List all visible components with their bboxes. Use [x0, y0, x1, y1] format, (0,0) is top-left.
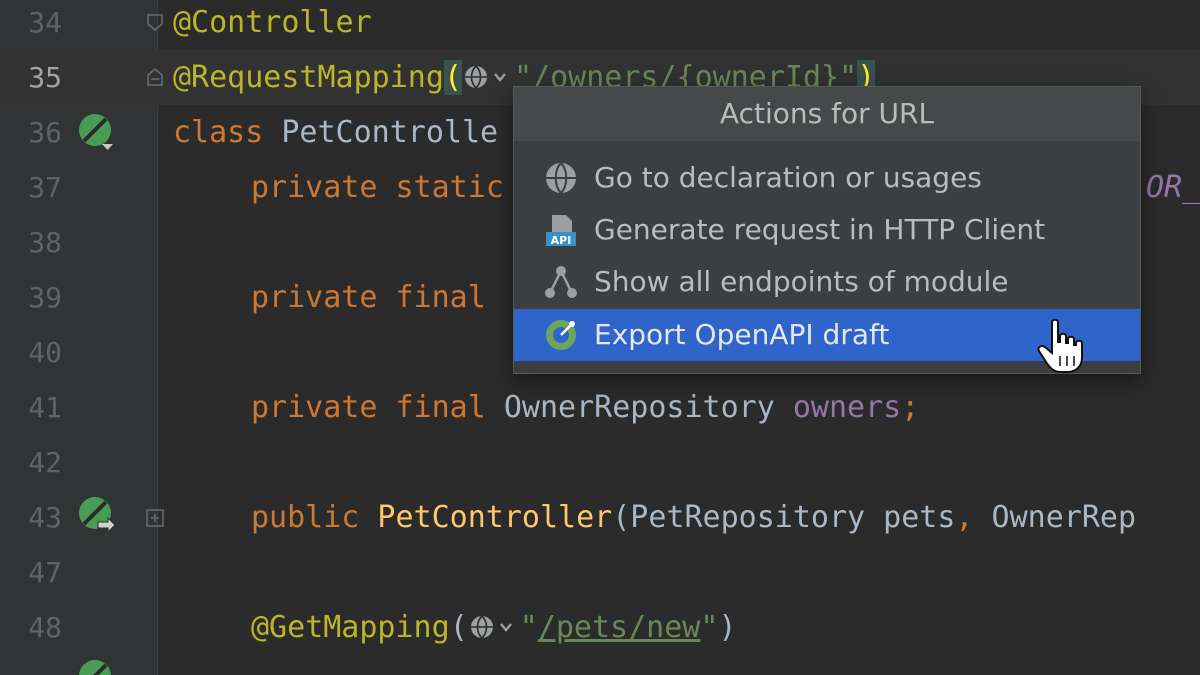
code-text: private final [251, 270, 486, 325]
code-line-42: 42 [0, 435, 1200, 490]
code-line-49-partial [0, 655, 1200, 675]
keyword-token: final [377, 390, 486, 425]
hand-pointer-cursor-icon [1037, 318, 1083, 373]
menu-item-label: Show all endpoints of module [594, 265, 1009, 298]
paren-token: ( [449, 610, 468, 645]
expand-fold-icon[interactable] [146, 509, 164, 527]
menu-item-generate-request[interactable]: API Generate request in HTTP Client [514, 204, 1140, 256]
type-token: OwnerRepository [485, 390, 793, 425]
menu-item-label: Go to declaration or usages [594, 161, 982, 194]
menu-item-go-to-declaration[interactable]: Go to declaration or usages [514, 152, 1140, 204]
line-number: 37 [28, 171, 62, 204]
code-line-43: 43 public PetController(PetRepository pe… [0, 490, 1200, 545]
spring-bean-icon[interactable] [78, 659, 118, 675]
endpoints-graph-icon [545, 266, 577, 298]
url-globe-inlay-icon[interactable] [462, 62, 514, 92]
line-number: 47 [28, 556, 62, 589]
code-text: public PetController(PetRepository pets,… [251, 490, 1136, 545]
keyword-token: class [173, 115, 264, 150]
keyword-token: final [377, 280, 486, 315]
code-text: @GetMapping( "/pets/new") [251, 600, 737, 655]
keyword-token: static [377, 170, 504, 205]
annotation-token: @Controller [173, 5, 372, 40]
code-text: class PetControlle [173, 105, 498, 160]
url-globe-inlay-icon[interactable] [468, 612, 520, 642]
openapi-icon [546, 320, 576, 350]
menu-item-label: Generate request in HTTP Client [594, 213, 1046, 246]
line-number: 41 [28, 391, 62, 424]
api-icon: API [546, 215, 576, 247]
annotation-token: @RequestMapping [173, 60, 444, 95]
fold-icon[interactable] [146, 68, 164, 86]
code-line-34: 34 @Controller [0, 0, 1200, 50]
code-text: private static [251, 160, 504, 215]
keyword-token: public [251, 500, 360, 535]
code-text: private final OwnerRepository owners; [251, 380, 919, 435]
spring-bean-icon[interactable] [78, 113, 118, 153]
paren-token: ) [718, 610, 737, 645]
line-number: 39 [28, 281, 62, 314]
menu-item-show-endpoints[interactable]: Show all endpoints of module [514, 256, 1140, 308]
punctuation-token: ; [901, 390, 920, 425]
line-number: 48 [28, 611, 62, 644]
string-quote: " [519, 610, 538, 645]
string-quote: " [700, 610, 719, 645]
code-line-41: 41 private final OwnerRepository owners; [0, 380, 1200, 435]
keyword-token: private [251, 170, 378, 205]
popup-title: Actions for URL [514, 87, 1140, 141]
constant-token: OR_ [1146, 170, 1200, 205]
keyword-token: private [251, 390, 378, 425]
class-name-token: PetControlle [263, 115, 499, 150]
line-number: 38 [28, 226, 62, 259]
spring-autowired-icon[interactable] [78, 496, 118, 536]
annotation-token: @GetMapping [251, 610, 450, 645]
params-token: OwnerRep [973, 500, 1137, 535]
method-token: PetController [359, 500, 613, 535]
url-link[interactable]: /pets/new [538, 610, 701, 645]
keyword-token: private [251, 280, 378, 315]
code-line-48: 48 @GetMapping( "/pets/new") [0, 600, 1200, 655]
params-token: (PetRepository pets [612, 500, 956, 535]
fold-icon[interactable] [146, 13, 164, 31]
svg-text:API: API [551, 234, 572, 247]
punctuation-token: , [955, 500, 974, 535]
globe-icon [546, 162, 576, 194]
line-number: 40 [28, 336, 62, 369]
line-number: 34 [28, 6, 62, 39]
line-number: 42 [28, 446, 62, 479]
line-number: 43 [28, 501, 62, 534]
code-text: @Controller [173, 0, 372, 50]
code-line-47: 47 [0, 545, 1200, 600]
line-number: 35 [28, 61, 62, 94]
menu-item-label: Export OpenAPI draft [594, 318, 890, 351]
line-number: 36 [28, 116, 62, 149]
field-token: owners [792, 390, 902, 425]
paren-highlight: ( [443, 60, 462, 95]
